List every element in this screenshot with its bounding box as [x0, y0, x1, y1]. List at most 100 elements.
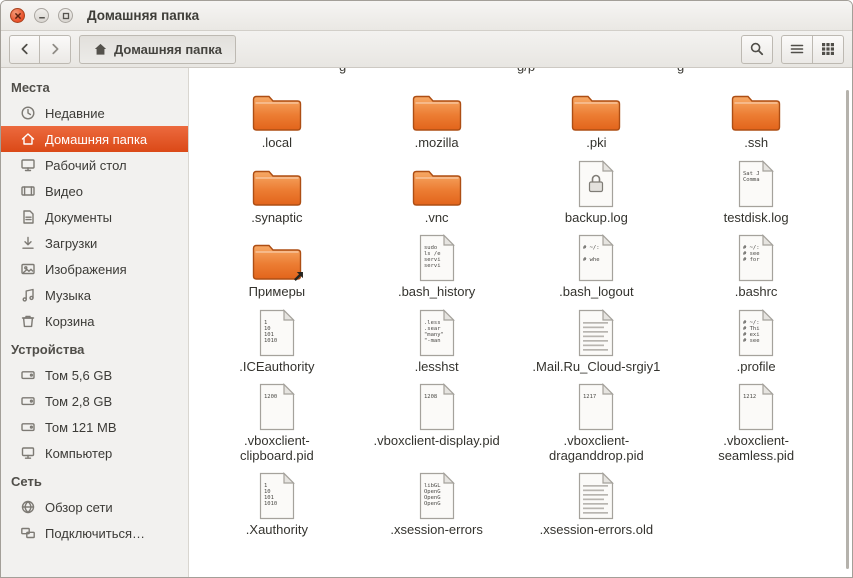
sidebar-item-downloads[interactable]: Загрузки: [1, 230, 188, 256]
folder-icon: [412, 160, 462, 208]
sidebar-item-documents[interactable]: Документы: [1, 204, 188, 230]
file-icon: # ~/:# whe: [576, 234, 616, 282]
file-name: testdisk.log: [724, 211, 789, 226]
file-item[interactable]: 1212 .vboxclient-seamless.pid: [676, 378, 836, 465]
sidebar-item-music[interactable]: Музыка: [1, 282, 188, 308]
file-item[interactable]: .synaptic: [197, 155, 357, 228]
minimize-button[interactable]: [34, 8, 49, 23]
sidebar-item-label: Видео: [45, 184, 83, 199]
file-name: .xsession-errors.old: [540, 523, 653, 538]
svg-text:1217: 1217: [583, 394, 596, 400]
file-name: .ICEauthority: [239, 360, 314, 375]
scrollbar-thumb[interactable]: [846, 90, 849, 569]
sidebar-item-drive[interactable]: Том 5,6 GB: [1, 362, 188, 388]
file-name: .Mail.Ru_Cloud-srgiy1: [532, 360, 660, 375]
svg-text:# for: # for: [743, 257, 760, 263]
file-item[interactable]: .local: [197, 80, 357, 153]
file-icon: 1200: [257, 383, 297, 431]
scrollbar[interactable]: [842, 68, 852, 577]
titlebar[interactable]: Домашняя папка: [1, 1, 852, 31]
view-grid-button[interactable]: [813, 35, 844, 64]
home-icon: [93, 42, 108, 57]
breadcrumb-home-button[interactable]: Домашняя папка: [79, 35, 236, 64]
menu-button[interactable]: [781, 35, 813, 64]
sidebar-item-drive[interactable]: Том 121 MB: [1, 414, 188, 440]
file-item[interactable]: .xsession-errors.old: [517, 467, 677, 540]
sidebar-item-home[interactable]: Домашняя папка: [1, 126, 188, 152]
forward-icon: [48, 42, 62, 56]
search-button[interactable]: [741, 35, 773, 64]
drive-icon: [20, 393, 36, 409]
documents-icon: [20, 209, 36, 225]
file-item[interactable]: 1217 .vboxclient-draganddrop.pid: [517, 378, 677, 465]
shortcut-arrow-emblem: [292, 270, 305, 283]
sidebar-item-label: Документы: [45, 210, 112, 225]
file-item[interactable]: .mozilla: [357, 80, 517, 153]
sidebar-section-label: Места: [1, 72, 188, 100]
file-item[interactable]: libGLOpenGOpenGOpenG .xsession-errors: [357, 467, 517, 540]
svg-text:# ~/:: # ~/:: [583, 245, 600, 251]
maximize-button[interactable]: [58, 8, 73, 23]
sidebar-item-label: Компьютер: [45, 446, 112, 461]
svg-text:1200: 1200: [264, 394, 277, 400]
file-item[interactable]: # ~/:# see# for .bashrc: [676, 229, 836, 302]
window-controls: [1, 8, 81, 23]
file-item[interactable]: Sat JComma testdisk.log: [676, 155, 836, 228]
file-item[interactable]: 1101011010 .ICEauthority: [197, 304, 357, 377]
sidebar-item-label: Обзор сети: [45, 500, 113, 515]
sidebar-item-desktop[interactable]: Рабочий стол: [1, 152, 188, 178]
sidebar-item-trash[interactable]: Корзина: [1, 308, 188, 334]
back-button[interactable]: [9, 35, 40, 64]
file-item[interactable]: .less.sear"many""-man .lesshst: [357, 304, 517, 377]
folder-icon: [412, 85, 462, 133]
file-name: .ssh: [744, 136, 768, 151]
close-button[interactable]: [10, 8, 25, 23]
svg-text:Comma: Comma: [743, 177, 760, 183]
file-item[interactable]: .pki: [517, 80, 677, 153]
computer-icon: [20, 445, 36, 461]
file-item[interactable]: .Mail.Ru_Cloud-srgiy1: [517, 304, 677, 377]
file-item[interactable]: 1101011010 .Xauthority: [197, 467, 357, 540]
file-item[interactable]: 1208 .vboxclient-display.pid: [357, 378, 517, 465]
folder-icon: [252, 160, 302, 208]
sidebar-item-label: Том 5,6 GB: [45, 368, 112, 383]
drive-icon: [20, 419, 36, 435]
file-item[interactable]: # ~/:# Thi# exi# see .profile: [676, 304, 836, 377]
sidebar-item-pictures[interactable]: Изображения: [1, 256, 188, 282]
home-icon: [20, 131, 36, 147]
breadcrumb-label: Домашняя папка: [114, 42, 222, 57]
sidebar-item-computer[interactable]: Компьютер: [1, 440, 188, 466]
svg-text:OpenG: OpenG: [424, 501, 441, 507]
file-icon: # ~/:# see# for: [736, 234, 776, 282]
file-item[interactable]: .vnc: [357, 155, 517, 228]
sidebar-item-label: Корзина: [45, 314, 95, 329]
sidebar-item-label: Домашняя папка: [45, 132, 147, 147]
file-item[interactable]: backup.log: [517, 155, 677, 228]
file-icon: [576, 472, 616, 520]
pictures-icon: [20, 261, 36, 277]
file-icon: [576, 309, 616, 357]
sidebar-item-label: Изображения: [45, 262, 127, 277]
window-title: Домашняя папка: [87, 8, 199, 23]
file-icon: libGLOpenGOpenGOpenG: [417, 472, 457, 520]
forward-button[interactable]: [40, 35, 71, 64]
file-name: .vnc: [425, 211, 449, 226]
back-icon: [18, 42, 32, 56]
sidebar-item-network[interactable]: Обзор сети: [1, 494, 188, 520]
folder-icon: [252, 85, 302, 133]
window-body: Места Недавние Домашняя папка Рабочий ст…: [1, 68, 852, 577]
sidebar-section-label: Устройства: [1, 334, 188, 362]
sidebar-section-label: Сеть: [1, 466, 188, 494]
sidebar-item-drive[interactable]: Том 2,8 GB: [1, 388, 188, 414]
sidebar-item-video[interactable]: Видео: [1, 178, 188, 204]
file-item[interactable]: .ssh: [676, 80, 836, 153]
file-item[interactable]: Примеры: [197, 229, 357, 302]
sidebar-item-connect[interactable]: Подключиться…: [1, 520, 188, 546]
file-item[interactable]: sudols /eserviservi .bash_history: [357, 229, 517, 302]
file-item[interactable]: # ~/:# whe .bash_logout: [517, 229, 677, 302]
desktop-icon: [20, 157, 36, 173]
file-item[interactable]: 1200 .vboxclient-clipboard.pid: [197, 378, 357, 465]
svg-text:1010: 1010: [264, 501, 277, 507]
sidebar-item-recent[interactable]: Недавние: [1, 100, 188, 126]
file-manager-window: Домашняя папка Домашняя папка: [0, 0, 853, 578]
